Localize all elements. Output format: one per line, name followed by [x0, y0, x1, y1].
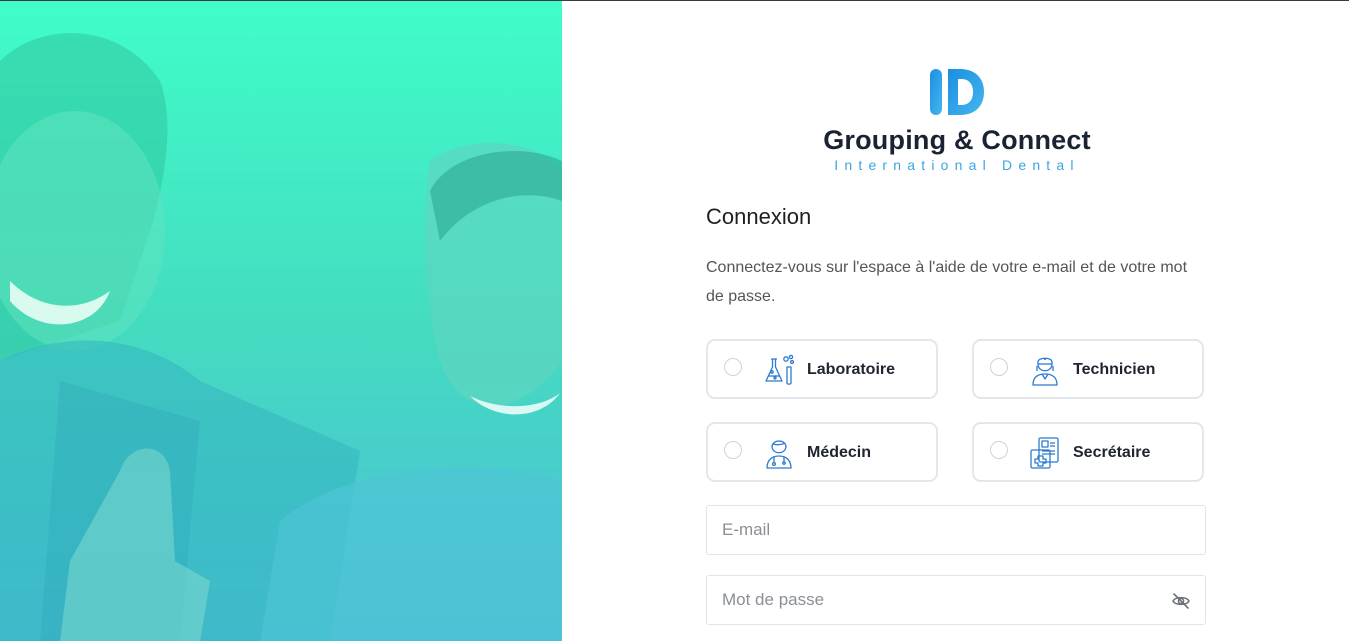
brand-title: Grouping & Connect	[823, 125, 1091, 155]
role-label: Laboratoire	[807, 361, 896, 378]
email-input[interactable]	[707, 506, 1205, 554]
role-option-medecin[interactable]: Médecin	[706, 422, 938, 482]
hero-photo-illustration	[0, 1, 562, 641]
email-field	[706, 505, 1206, 555]
page-title: Connexion	[706, 204, 812, 229]
role-label: Secrétaire	[1073, 444, 1151, 461]
password-input[interactable]	[707, 576, 1205, 624]
role-option-technicien[interactable]: Technicien	[972, 339, 1204, 399]
role-radio[interactable]	[724, 441, 742, 459]
id-logo-icon	[930, 69, 984, 115]
role-option-laboratoire[interactable]: Laboratoire	[706, 339, 938, 399]
role-radio[interactable]	[724, 358, 742, 376]
role-radio[interactable]	[990, 358, 1008, 376]
brand-subtitle: International Dental	[834, 157, 1080, 173]
page-description: Connectez-vous sur l'espace à l'aide de …	[706, 259, 1188, 305]
medical-file-icon	[1030, 437, 1059, 469]
password-field	[706, 575, 1206, 625]
doctor-icon	[766, 440, 792, 469]
nurse-icon	[1032, 357, 1058, 386]
role-option-secretaire[interactable]: Secrétaire	[972, 422, 1204, 482]
flask-icon	[765, 354, 795, 385]
login-panel: Grouping & Connect International Dental …	[562, 1, 1349, 641]
role-label: Technicien	[1073, 361, 1156, 378]
eye-slash-icon[interactable]	[1171, 591, 1191, 611]
role-radio[interactable]	[990, 441, 1008, 459]
hero-image	[0, 1, 562, 641]
brand-logo: Grouping & Connect International Dental	[812, 63, 1102, 178]
role-label: Médecin	[807, 444, 872, 461]
